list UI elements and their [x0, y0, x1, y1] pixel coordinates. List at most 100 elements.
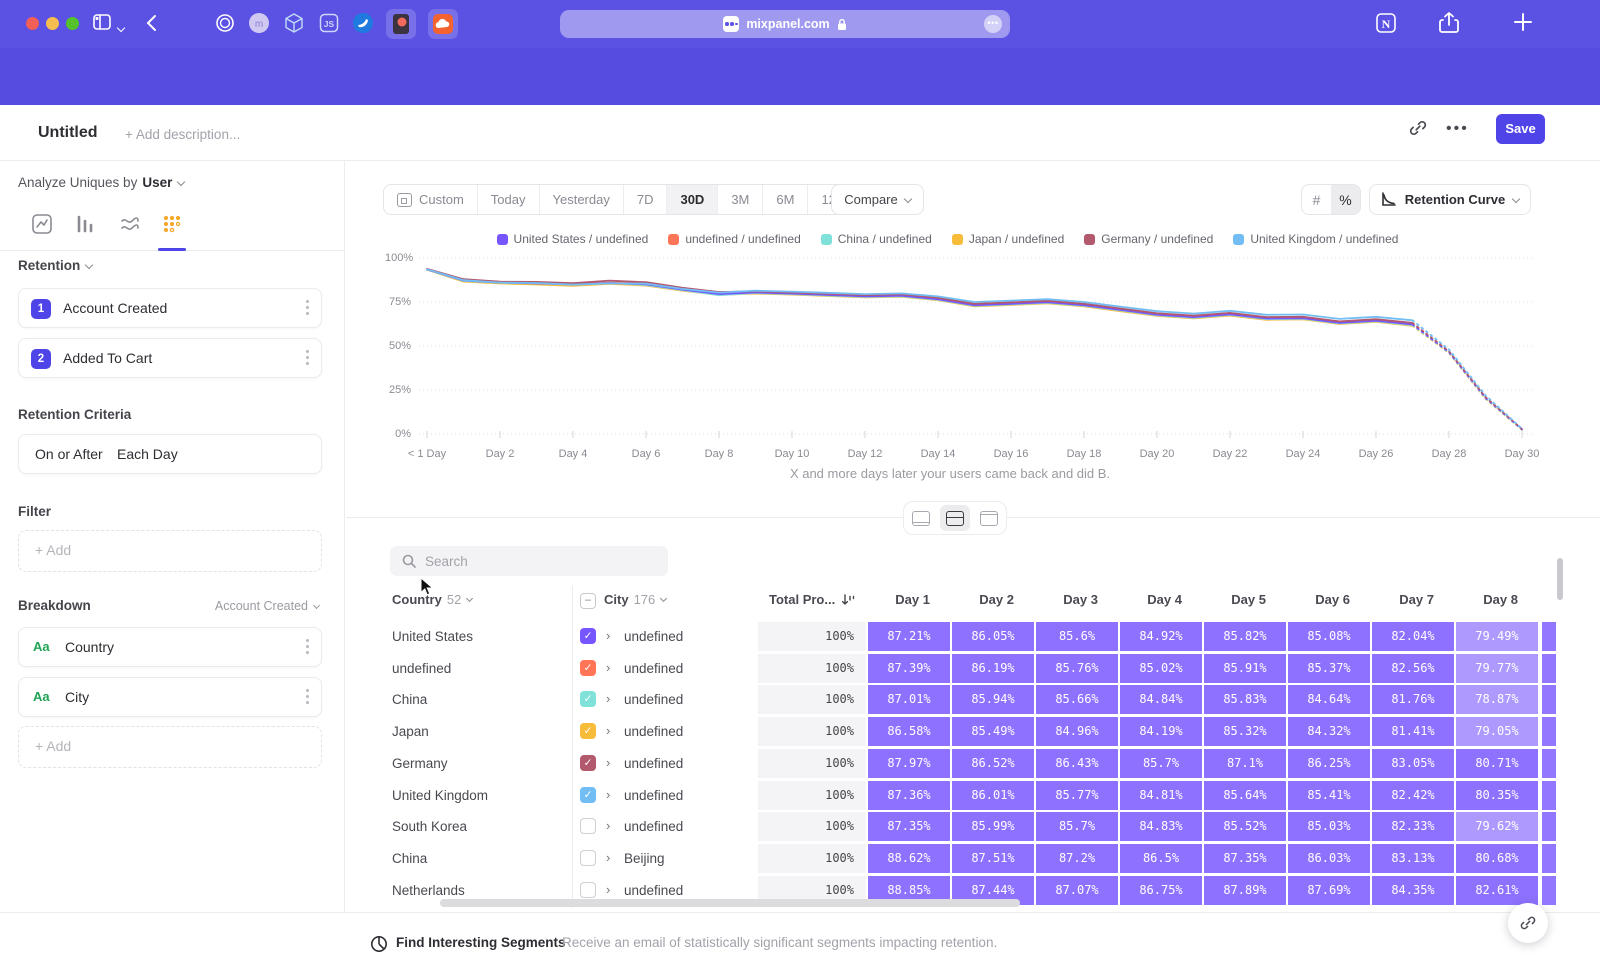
row-expand-icon[interactable]: ›	[606, 691, 610, 706]
retention-cell[interactable]: 80.68%	[1456, 844, 1538, 873]
share-icon[interactable]	[1438, 11, 1460, 35]
row-expand-icon[interactable]: ›	[606, 723, 610, 738]
percent-toggle[interactable]: %	[1331, 185, 1360, 214]
retention-cell[interactable]: 85.99%	[952, 812, 1034, 841]
city-select-all-checkbox[interactable]: –	[580, 593, 596, 609]
range-6m[interactable]: 6M	[763, 185, 808, 214]
target-icon[interactable]	[214, 12, 236, 34]
sidebar-icon[interactable]	[92, 12, 112, 32]
retention-cell[interactable]: 85.91%	[1204, 654, 1286, 683]
table-only-icon[interactable]	[974, 505, 1004, 531]
retention-cell[interactable]: 86.52%	[952, 749, 1034, 778]
row-checkbox[interactable]: ✓	[580, 660, 596, 676]
retention-cell[interactable]: 87.21%	[868, 622, 950, 651]
retention-cell[interactable]: 85.37%	[1288, 654, 1370, 683]
retention-cell[interactable]: 86.01%	[952, 781, 1034, 810]
row-checkbox[interactable]	[580, 882, 596, 898]
day-column-header[interactable]: Day 1	[868, 592, 940, 607]
retention-section-header[interactable]: Retention	[18, 258, 92, 273]
retention-cell[interactable]: 83.05%	[1372, 749, 1454, 778]
retention-cell[interactable]: 84.32%	[1288, 717, 1370, 746]
retention-cell[interactable]: 85.76%	[1036, 654, 1118, 683]
chart-type-selector[interactable]: Retention Curve	[1369, 184, 1531, 215]
retention-cell[interactable]: 85.66%	[1036, 685, 1118, 714]
legend-item[interactable]: United States / undefined	[497, 232, 649, 246]
close-window-button[interactable]	[26, 17, 39, 30]
retention-cell[interactable]: 85.32%	[1204, 717, 1286, 746]
retention-step-2[interactable]: 2Added To Cart	[18, 338, 322, 378]
day-column-header[interactable]: Day 2	[952, 592, 1024, 607]
breakdown-event-selector[interactable]: Account Created	[215, 599, 319, 613]
retention-cell[interactable]: 87.01%	[868, 685, 950, 714]
retention-cell[interactable]: 85.6%	[1036, 622, 1118, 651]
retention-cell[interactable]: 79.05%	[1456, 717, 1538, 746]
filter-add[interactable]: + Add	[18, 530, 322, 572]
legend-item[interactable]: Germany / undefined	[1084, 232, 1213, 246]
horizontal-scrollbar[interactable]	[440, 899, 1020, 907]
retention-cell[interactable]: 87.69%	[1288, 876, 1370, 905]
retention-cell[interactable]: 86.03%	[1288, 844, 1370, 873]
retention-cell[interactable]: 85.77%	[1036, 781, 1118, 810]
retention-cell[interactable]: 84.96%	[1036, 717, 1118, 746]
find-segments-title[interactable]: Find Interesting Segments	[396, 935, 566, 950]
total-column-header[interactable]: Total Pro...	[769, 592, 856, 607]
retention-cell[interactable]: 87.35%	[868, 812, 950, 841]
bird-icon[interactable]	[352, 12, 374, 34]
legend-item[interactable]: Japan / undefined	[952, 232, 1064, 246]
retention-cell[interactable]: 78.87%	[1456, 685, 1538, 714]
row-checkbox[interactable]	[580, 850, 596, 866]
range-7d[interactable]: 7D	[624, 185, 668, 214]
retention-step-1[interactable]: 1Account Created	[18, 288, 322, 328]
retention-icon[interactable]	[161, 213, 185, 237]
retention-cell[interactable]: 86.05%	[952, 622, 1034, 651]
retention-cell[interactable]: 87.39%	[868, 654, 950, 683]
js-icon[interactable]: JS	[318, 12, 340, 34]
legend-item[interactable]: China / undefined	[821, 232, 932, 246]
m-avatar-icon[interactable]: m	[248, 12, 270, 34]
share-link-fab[interactable]	[1508, 903, 1548, 943]
retention-cell[interactable]: 82.04%	[1372, 622, 1454, 651]
range-3m[interactable]: 3M	[718, 185, 763, 214]
range-today[interactable]: Today	[478, 185, 540, 214]
retention-cell[interactable]: 82.42%	[1372, 781, 1454, 810]
retention-cell[interactable]: 85.08%	[1288, 622, 1370, 651]
retention-cell[interactable]: 84.35%	[1372, 876, 1454, 905]
retention-cell[interactable]: 87.07%	[1036, 876, 1118, 905]
retention-cell[interactable]: 81.76%	[1372, 685, 1454, 714]
flows-icon[interactable]	[119, 213, 143, 237]
retention-cell[interactable]: 82.33%	[1372, 812, 1454, 841]
compare-button[interactable]: Compare	[831, 184, 924, 215]
retention-cell[interactable]: 86.25%	[1288, 749, 1370, 778]
retention-cell[interactable]: 84.19%	[1120, 717, 1202, 746]
retention-cell[interactable]: 79.77%	[1456, 654, 1538, 683]
retention-cell[interactable]: 85.52%	[1204, 812, 1286, 841]
range-custom[interactable]: Custom	[384, 185, 478, 214]
range-yesterday[interactable]: Yesterday	[540, 185, 624, 214]
retention-cell[interactable]: 79.62%	[1456, 812, 1538, 841]
retention-cell[interactable]: 85.7%	[1036, 812, 1118, 841]
row-checkbox[interactable]: ✓	[580, 723, 596, 739]
vertical-scrollbar[interactable]	[1557, 558, 1563, 600]
retention-cell[interactable]: 85.83%	[1204, 685, 1286, 714]
retention-cell[interactable]: 84.92%	[1120, 622, 1202, 651]
row-checkbox[interactable]: ✓	[580, 755, 596, 771]
day-column-header[interactable]: Day 4	[1120, 592, 1192, 607]
url-more-icon[interactable]: •••	[984, 15, 1002, 33]
retention-cell[interactable]: 85.49%	[952, 717, 1034, 746]
retention-cell[interactable]: 85.41%	[1288, 781, 1370, 810]
funnels-icon[interactable]	[74, 213, 98, 237]
day-column-header[interactable]: Day 8	[1456, 592, 1528, 607]
number-toggle[interactable]: #	[1302, 185, 1331, 214]
retention-cell[interactable]: 85.03%	[1288, 812, 1370, 841]
kebab-menu-icon[interactable]	[305, 300, 309, 315]
day-column-header[interactable]: Day 7	[1372, 592, 1444, 607]
legend-item[interactable]: undefined / undefined	[668, 232, 800, 246]
row-expand-icon[interactable]: ›	[606, 850, 610, 865]
row-expand-icon[interactable]: ›	[606, 882, 610, 897]
minimize-window-button[interactable]	[46, 17, 59, 30]
analyze-uniques-row[interactable]: Analyze Uniques byUser	[18, 175, 184, 190]
row-expand-icon[interactable]: ›	[606, 755, 610, 770]
reader-icon[interactable]	[386, 9, 416, 39]
retention-cell[interactable]: 84.84%	[1120, 685, 1202, 714]
more-icon[interactable]: •••	[1446, 120, 1469, 138]
